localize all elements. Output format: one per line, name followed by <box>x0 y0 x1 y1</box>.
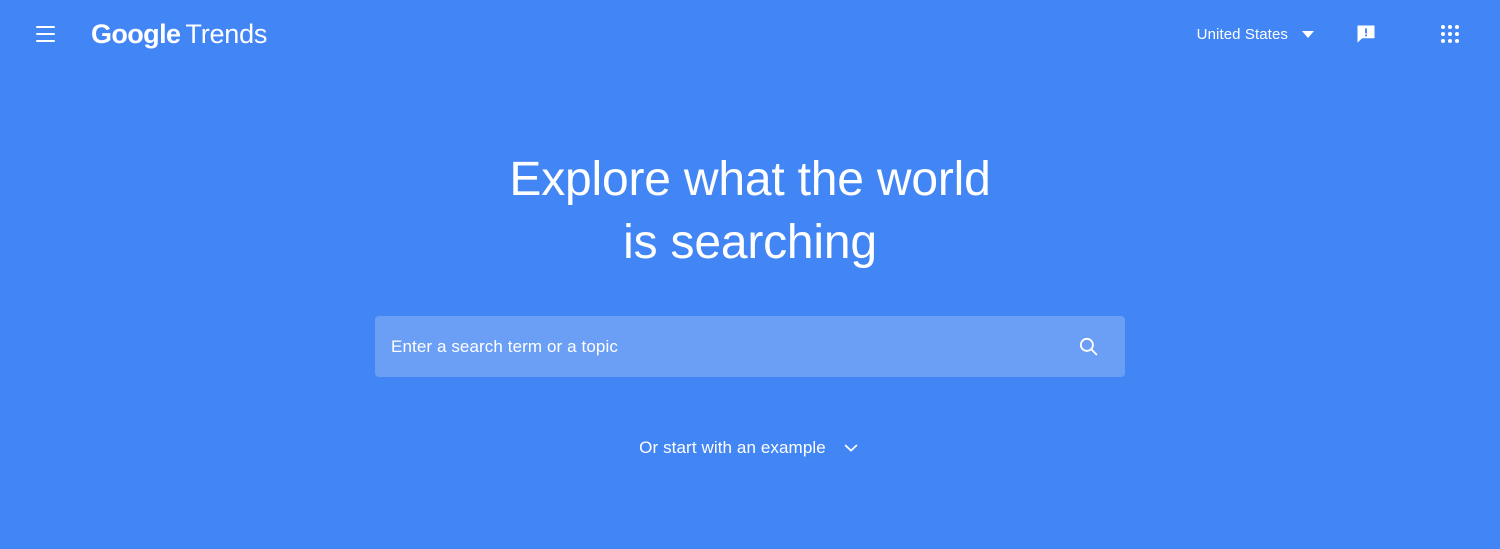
feedback-icon[interactable] <box>1344 12 1388 56</box>
start-with-example-button[interactable]: Or start with an example <box>639 438 861 458</box>
feedback-icon-svg <box>1357 25 1375 43</box>
apps-dot <box>1441 39 1445 43</box>
apps-dot <box>1448 32 1452 36</box>
hamburger-line <box>35 26 55 28</box>
apps-dot <box>1455 39 1459 43</box>
hamburger-menu-icon[interactable] <box>27 16 63 52</box>
apps-dot <box>1455 25 1459 29</box>
region-selector[interactable]: United States <box>1197 26 1314 43</box>
apps-dot <box>1448 25 1452 29</box>
brand-google-text: Google <box>91 18 181 49</box>
brand-logo[interactable]: Google Trends <box>91 18 268 49</box>
apps-grid-icon[interactable] <box>1428 12 1472 56</box>
headline-line-1: Explore what the world <box>509 153 991 206</box>
search-input[interactable] <box>391 316 1065 377</box>
apps-dot <box>1448 39 1452 43</box>
search-box[interactable] <box>375 316 1125 377</box>
start-with-example-label: Or start with an example <box>639 438 826 457</box>
chevron-down-icon <box>844 444 858 452</box>
hamburger-line <box>35 40 55 42</box>
google-trends-page: Google Trends United States Explore what… <box>0 0 1500 549</box>
apps-dot <box>1455 32 1459 36</box>
brand-trends-text: Trends <box>185 18 268 49</box>
apps-dot <box>1441 25 1445 29</box>
search-icon[interactable] <box>1065 324 1111 370</box>
search-icon-svg <box>1079 337 1097 356</box>
caret-down-icon <box>1302 30 1314 38</box>
apps-grid-dots <box>1441 25 1459 43</box>
page-title: Explore what the world is searching <box>509 148 990 274</box>
region-selector-label: United States <box>1196 25 1288 43</box>
hero-section: Explore what the world is searching Or s… <box>0 68 1500 549</box>
headline-line-2: is searching <box>623 216 877 269</box>
top-app-bar: Google Trends United States <box>0 0 1500 68</box>
hamburger-line <box>35 33 55 35</box>
apps-dot <box>1441 32 1445 36</box>
